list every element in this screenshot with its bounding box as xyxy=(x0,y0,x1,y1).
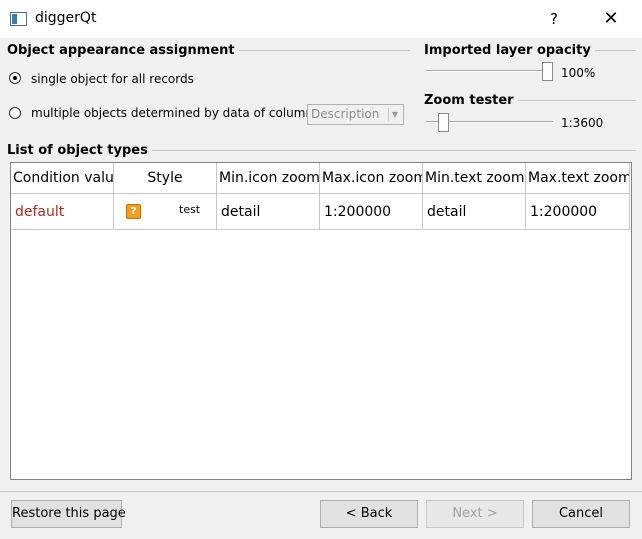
close-button[interactable]: ✕ xyxy=(588,4,634,34)
cell-min-text-zoom[interactable]: detail xyxy=(423,194,526,230)
multiple-objects-label[interactable]: multiple objects determined by data of c… xyxy=(31,106,313,120)
multiple-objects-radio[interactable] xyxy=(9,107,21,119)
column-header-max-text-zoom[interactable]: Max.text zoom xyxy=(526,163,630,194)
style-preview-icon: ? xyxy=(126,204,141,219)
style-preview-text: test xyxy=(179,203,201,216)
next-button[interactable]: Next > xyxy=(426,500,524,528)
zoom-value: 1:3600 xyxy=(561,116,604,130)
help-button[interactable]: ? xyxy=(538,4,570,34)
column-header-condition[interactable]: Condition value xyxy=(11,163,114,194)
column-header-min-icon-zoom[interactable]: Min.icon zoom xyxy=(217,163,320,194)
table-header: Condition value Style Min.icon zoom Max.… xyxy=(11,163,630,194)
window-title: diggerQt xyxy=(35,10,97,26)
restore-page-button[interactable]: Restore this page xyxy=(11,500,126,528)
zoom-slider-handle[interactable] xyxy=(437,113,449,132)
opacity-value: 100% xyxy=(561,66,596,80)
table-row[interactable]: default ? test detail 1:200000 detail 1:… xyxy=(11,194,630,230)
column-header-style[interactable]: Style xyxy=(114,163,217,194)
zoom-heading: Zoom tester xyxy=(424,93,518,108)
cell-style[interactable]: ? test xyxy=(114,194,217,230)
cell-min-icon-zoom[interactable]: detail xyxy=(217,194,320,230)
button-bar-separator xyxy=(0,491,642,492)
app-icon xyxy=(10,12,27,26)
opacity-slider-track xyxy=(426,70,553,72)
opacity-heading: Imported layer opacity xyxy=(424,43,595,58)
appearance-heading: Object appearance assignment xyxy=(7,43,239,58)
object-types-table[interactable]: Condition value Style Min.icon zoom Max.… xyxy=(10,162,632,480)
single-object-label[interactable]: single object for all records xyxy=(31,72,194,86)
object-types-heading: List of object types xyxy=(7,143,152,158)
cell-max-icon-zoom[interactable]: 1:200000 xyxy=(320,194,423,230)
column-combo-value: Description xyxy=(311,107,380,121)
chevron-down-icon: ▼ xyxy=(388,108,401,121)
single-object-radio[interactable] xyxy=(9,72,21,84)
cell-condition[interactable]: default xyxy=(11,194,114,230)
title-bar: diggerQt ? ✕ xyxy=(0,0,642,38)
opacity-slider-handle[interactable] xyxy=(542,62,553,81)
column-header-max-icon-zoom[interactable]: Max.icon zoom xyxy=(320,163,423,194)
column-header-min-text-zoom[interactable]: Min.text zoom xyxy=(423,163,526,194)
back-button[interactable]: < Back xyxy=(320,500,418,528)
column-combo[interactable]: Description ▼ xyxy=(307,104,404,125)
cancel-button[interactable]: Cancel xyxy=(532,500,630,528)
cell-max-text-zoom[interactable]: 1:200000 xyxy=(526,194,630,230)
